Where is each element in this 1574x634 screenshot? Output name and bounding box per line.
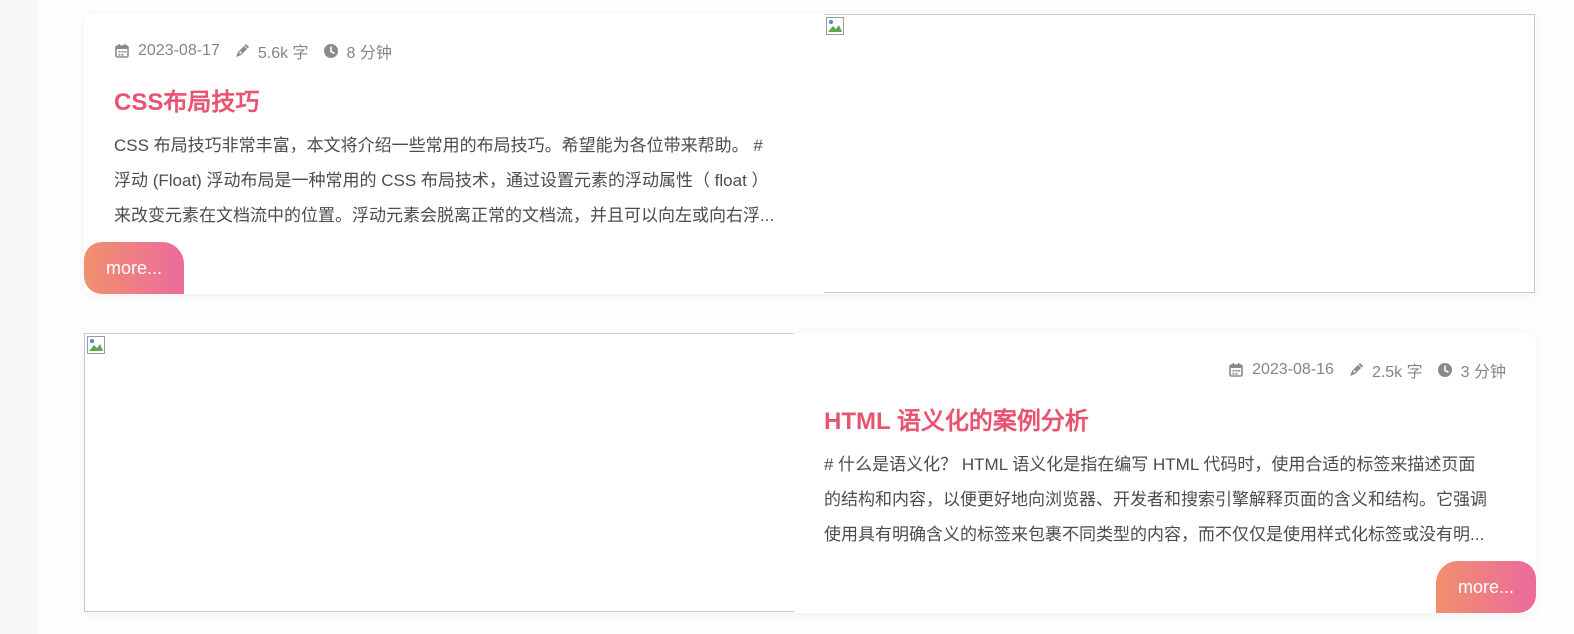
post-meta: 2023-08-16 2.5k 字 3 分钟	[1228, 359, 1506, 381]
excerpt-line: 的结构和内容，以便更好地向浏览器、开发者和搜索引擎解释页面的含义和结构。它强调	[824, 490, 1487, 509]
clock-icon	[323, 44, 338, 58]
post-title[interactable]: HTML 语义化的案例分析	[824, 401, 1089, 436]
excerpt-line: CSS 布局技巧非常丰富，本文将介绍一些常用的布局技巧。希望能为各位带来帮助。 …	[114, 136, 763, 155]
post-date: 2023-08-17	[114, 42, 220, 60]
post-title[interactable]: CSS布局技巧	[114, 82, 259, 117]
post-read-time: 8 分钟	[323, 39, 392, 63]
calendar-icon	[1229, 363, 1243, 377]
clock-icon	[1437, 363, 1452, 377]
calendar-icon	[115, 44, 129, 58]
post-read-time-text: 3 分钟	[1460, 364, 1506, 381]
post-words-text: 2.5k 字	[1371, 364, 1423, 381]
pen-icon	[1349, 363, 1363, 376]
post-cover-image[interactable]	[84, 333, 794, 612]
post-date-text: 2023-08-17	[138, 42, 220, 59]
read-more-button[interactable]: more...	[84, 242, 184, 294]
post-card: 2023-08-16 2.5k 字 3 分钟 HTML 语义化的案例分析 # 什…	[84, 333, 1536, 613]
excerpt-line: 浮动 (Float) 浮动布局是一种常用的 CSS 布局技术，通过设置元素的浮动…	[114, 171, 769, 190]
broken-image-icon	[87, 336, 105, 354]
post-content: 2023-08-16 2.5k 字 3 分钟 HTML 语义化的案例分析 # 什…	[824, 333, 1506, 613]
post-card: 2023-08-17 5.6k 字 8 分钟 CSS布局技巧 CSS 布局技巧非…	[84, 14, 1536, 294]
post-word-count: 5.6k 字	[234, 39, 309, 63]
broken-image-icon	[826, 17, 844, 35]
post-excerpt: CSS 布局技巧非常丰富，本文将介绍一些常用的布局技巧。希望能为各位带来帮助。 …	[114, 128, 792, 233]
post-date-text: 2023-08-16	[1252, 361, 1334, 378]
pen-icon	[235, 44, 249, 57]
post-date: 2023-08-16	[1228, 361, 1334, 379]
excerpt-line: 来改变元素在文档流中的位置。浮动元素会脱离正常的文档流，并且可以向左或向右浮..…	[114, 206, 775, 225]
post-excerpt: # 什么是语义化？ HTML 语义化是指在编写 HTML 代码时，使用合适的标签…	[824, 447, 1502, 552]
excerpt-line: # 什么是语义化？ HTML 语义化是指在编写 HTML 代码时，使用合适的标签…	[824, 455, 1476, 474]
post-meta: 2023-08-17 5.6k 字 8 分钟	[114, 40, 392, 62]
excerpt-line: 使用具有明确含义的标签来包裹不同类型的内容，而不仅仅是使用样式化标签或没有明..…	[824, 525, 1485, 544]
post-content: 2023-08-17 5.6k 字 8 分钟 CSS布局技巧 CSS 布局技巧非…	[114, 14, 804, 294]
post-read-time: 3 分钟	[1437, 358, 1506, 382]
post-word-count: 2.5k 字	[1348, 358, 1423, 382]
post-read-time-text: 8 分钟	[346, 45, 392, 62]
read-more-button[interactable]: more...	[1436, 561, 1536, 613]
post-words-text: 5.6k 字	[257, 45, 309, 62]
post-cover-image[interactable]	[824, 14, 1535, 293]
